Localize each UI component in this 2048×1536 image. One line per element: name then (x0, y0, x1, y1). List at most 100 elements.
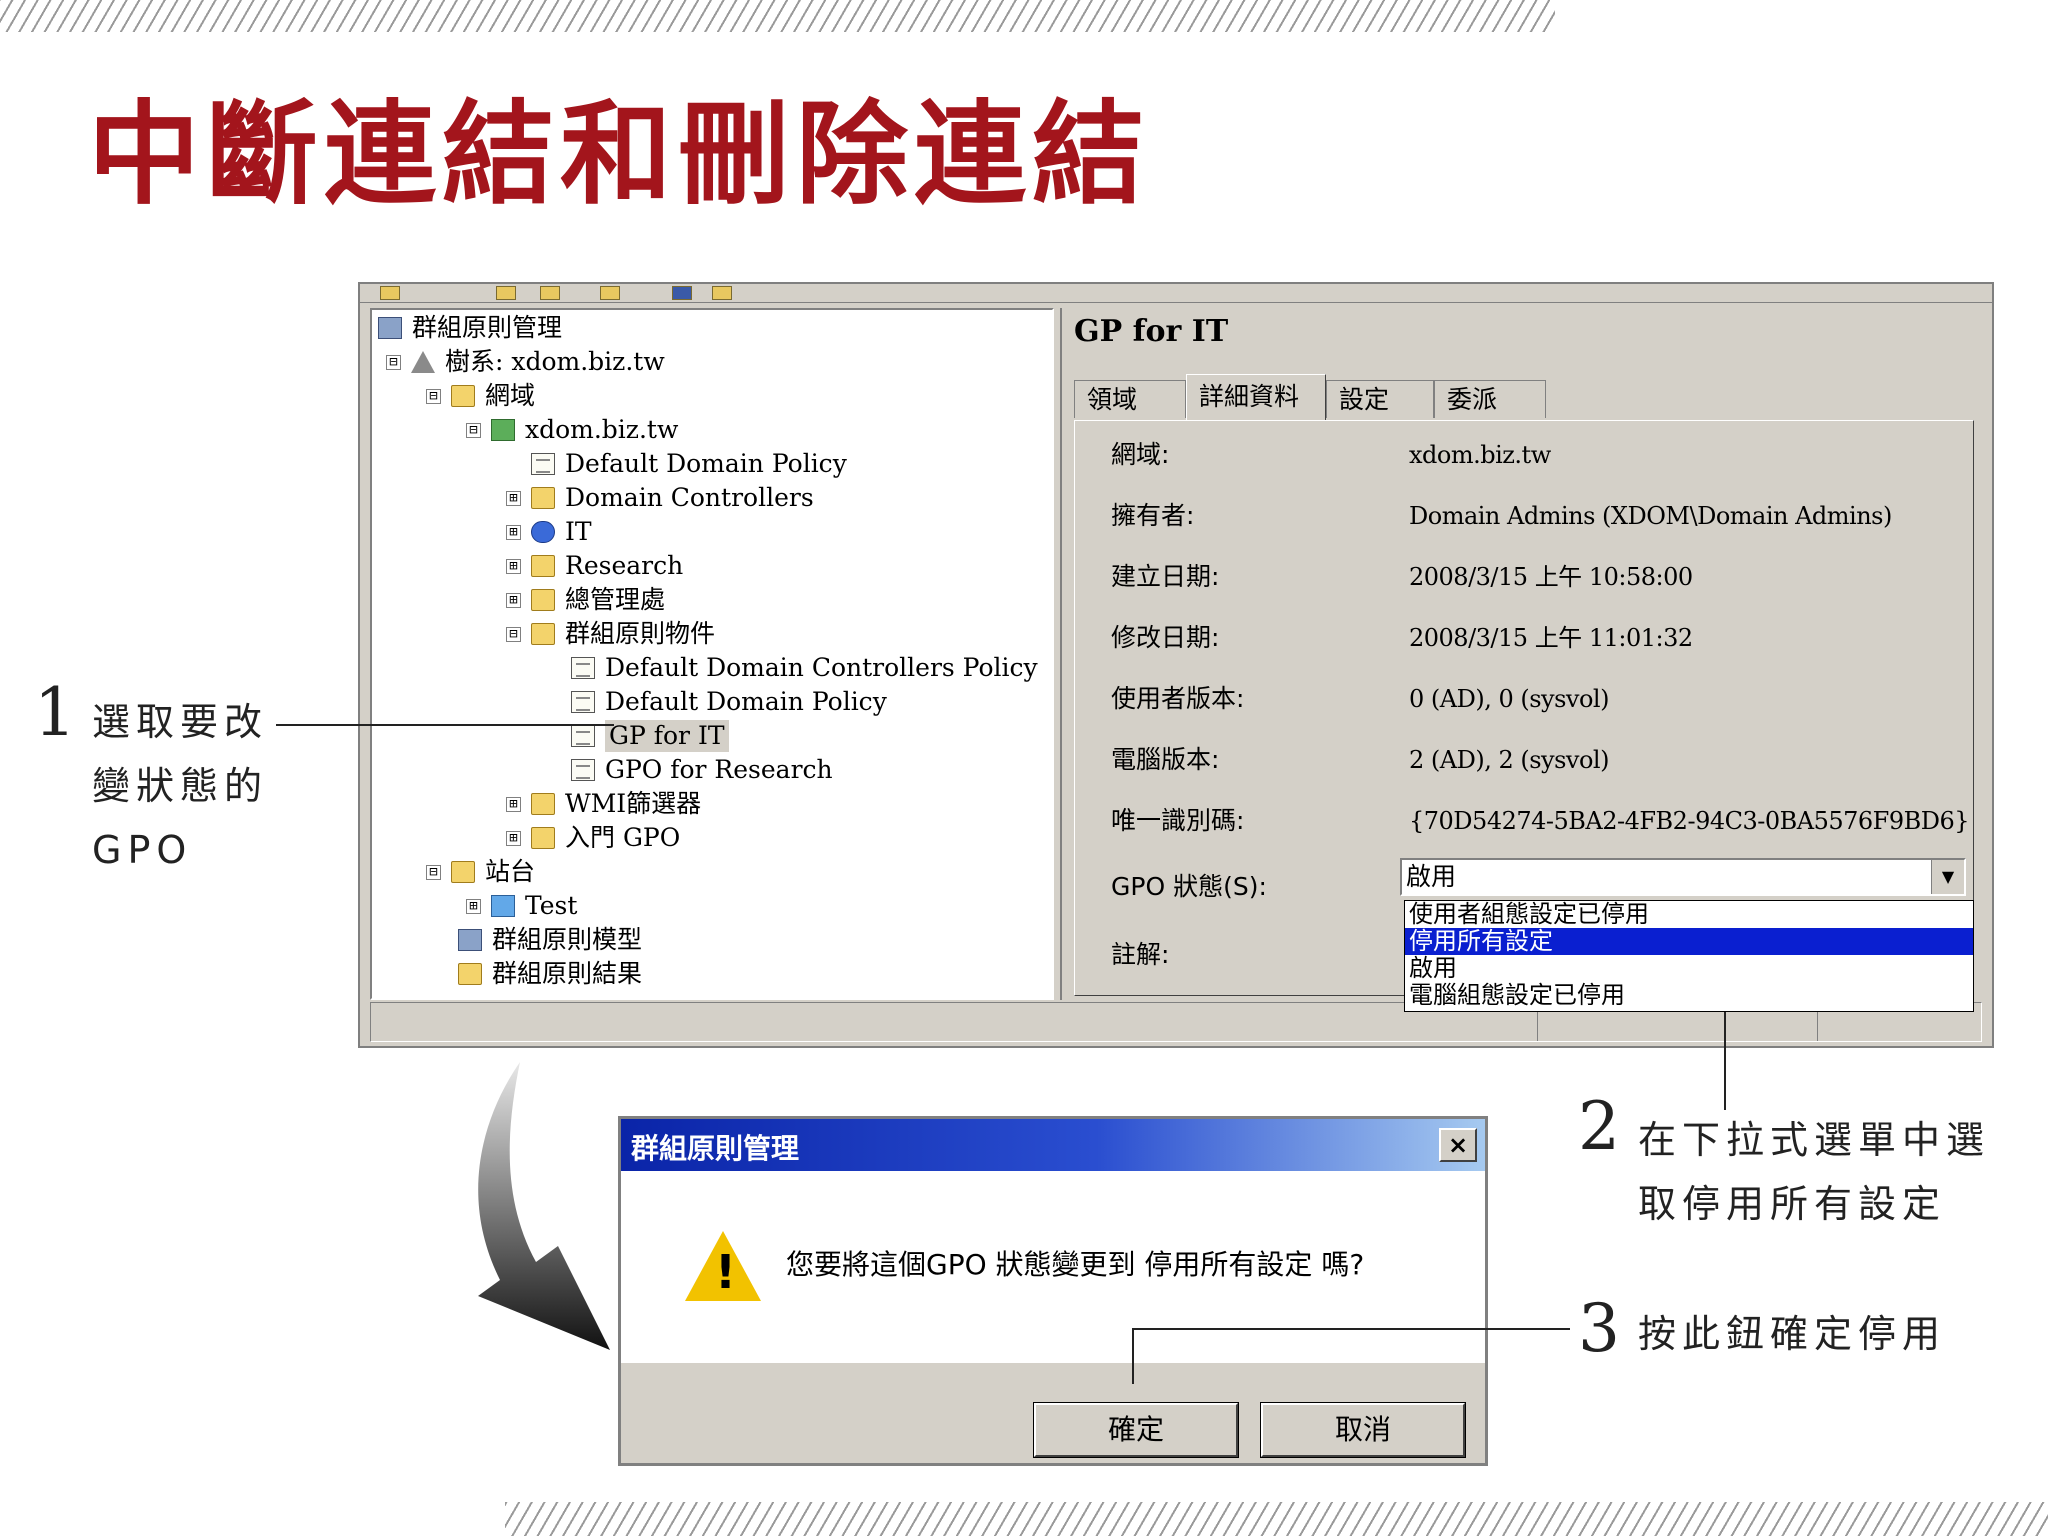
warning-glyph: ! (715, 1245, 736, 1299)
results-icon (458, 963, 482, 985)
expand-toggle[interactable]: ⊞ (466, 898, 481, 914)
tree-item-label: WMI篩選器 (565, 789, 702, 818)
step-1-number: 1 (34, 674, 76, 751)
tree-item-it[interactable]: ⊞ IT (506, 516, 592, 548)
step-1-leader-line (276, 724, 614, 726)
expand-toggle[interactable]: ⊞ (506, 796, 521, 812)
dropdown-option-computer-disabled[interactable]: 電腦組態設定已停用 (1405, 982, 1973, 1009)
wmi-folder-icon (531, 793, 555, 815)
ok-button[interactable]: 確定 (1033, 1402, 1239, 1458)
sites-folder-icon (451, 861, 475, 883)
expand-toggle[interactable]: ⊞ (506, 592, 521, 608)
dropdown-option-enabled[interactable]: 啟用 (1405, 955, 1973, 982)
step-1-line-2: 變狀態的 (92, 764, 269, 808)
help-icon[interactable] (672, 286, 692, 300)
ou-folder-icon (531, 589, 555, 611)
properties-icon[interactable] (540, 286, 560, 300)
tree-item-label: 總管理處 (565, 585, 666, 614)
tree-item-gpo-container[interactable]: ⊟ 群組原則物件 (506, 618, 715, 650)
site-icon (491, 895, 515, 917)
dialog-title: 群組原則管理 (631, 1132, 800, 1165)
gpo-status-value: 啟用 (1406, 862, 1457, 891)
chevron-down-icon[interactable]: ▼ (1931, 860, 1964, 894)
tree-item-label: Default Domain Controllers Policy (605, 653, 1038, 682)
collapse-toggle[interactable]: ⊟ (466, 422, 481, 438)
tree-item-domains[interactable]: ⊟ 網域 (426, 380, 535, 412)
step-2-number: 2 (1578, 1088, 1620, 1165)
toolbar (360, 284, 1992, 303)
tree-item-label: Default Domain Policy (565, 449, 847, 478)
expand-toggle[interactable]: ⊞ (506, 524, 521, 540)
step-2-line-1: 在下拉式選單中選 (1638, 1118, 1991, 1162)
back-icon[interactable] (380, 286, 400, 300)
refresh-icon[interactable] (600, 286, 620, 300)
field-value-domain: xdom.biz.tw (1409, 441, 1551, 469)
collapse-toggle[interactable]: ⊟ (386, 354, 401, 370)
close-button[interactable]: × (1439, 1128, 1477, 1162)
step-3-number: 3 (1578, 1290, 1620, 1367)
expand-toggle[interactable]: ⊞ (506, 558, 521, 574)
step-1-line-3: GPO (92, 828, 193, 872)
tree-item-gp-modeling[interactable]: 群組原則模型 (458, 924, 642, 956)
tree-item-default-domain-policy[interactable]: Default Domain Policy (571, 686, 887, 718)
collapse-toggle[interactable]: ⊟ (506, 626, 521, 642)
tab-delegation[interactable]: 委派 (1434, 380, 1546, 418)
tree-item-sites[interactable]: ⊟ 站台 (426, 856, 535, 888)
ou-info-icon (531, 521, 555, 543)
dropdown-option-all-disabled[interactable]: 停用所有設定 (1405, 928, 1973, 955)
tree-item-gpm-root[interactable]: 群組原則管理 (378, 312, 562, 344)
tree-item-default-domain-policy-link[interactable]: Default Domain Policy (531, 448, 847, 480)
tree-item-label: GP for IT (605, 720, 729, 752)
view-icon[interactable] (712, 286, 732, 300)
bottom-hatch-decoration (505, 1502, 2048, 1536)
gpo-status-select[interactable]: 啟用 ▼ (1400, 858, 1966, 896)
tree-item-headquarters[interactable]: ⊞ 總管理處 (506, 584, 665, 616)
tree-item-label: 群組原則物件 (565, 619, 716, 648)
tree-item-label: 群組原則模型 (492, 925, 643, 954)
step-3-leader-line (1132, 1328, 1570, 1330)
flow-arrow-icon (478, 1062, 610, 1350)
modeling-icon (458, 929, 482, 951)
tree-item-label: Domain Controllers (565, 483, 814, 512)
tree-item-gpo-for-research[interactable]: GPO for Research (571, 754, 833, 786)
tab-details[interactable]: 詳細資料 (1186, 374, 1326, 420)
collapse-toggle[interactable]: ⊟ (426, 864, 441, 880)
expand-toggle[interactable]: ⊞ (506, 490, 521, 506)
cancel-button[interactable]: 取消 (1260, 1402, 1466, 1458)
tree-item-test-site[interactable]: ⊞ Test (466, 890, 577, 922)
dialog-titlebar: 群組原則管理 × (621, 1119, 1485, 1171)
top-hatch-decoration (0, 0, 1555, 32)
tree-item-default-dc-policy[interactable]: Default Domain Controllers Policy (571, 652, 1038, 684)
expand-toggle[interactable]: ⊞ (506, 830, 521, 846)
ou-folder-icon (531, 555, 555, 577)
tree-item-research[interactable]: ⊞ Research (506, 550, 683, 582)
field-value-modified: 2008/3/15 上午 11:01:32 (1409, 624, 1693, 652)
tree-item-forest[interactable]: ⊟ 樹系: xdom.biz.tw (386, 346, 665, 378)
tree-item-label: 入門 GPO (565, 823, 681, 852)
step-3-leader-line (1132, 1328, 1134, 1384)
tree-item-wmi-filters[interactable]: ⊞ WMI篩選器 (506, 788, 701, 820)
dropdown-option-user-disabled[interactable]: 使用者組態設定已停用 (1405, 901, 1973, 928)
tab-settings[interactable]: 設定 (1326, 380, 1434, 418)
field-value-owner: Domain Admins (XDOM\Domain Admins) (1409, 502, 1892, 530)
ou-folder-icon (531, 487, 555, 509)
tree-item-gp-results[interactable]: 群組原則結果 (458, 958, 642, 990)
field-label-user-version: 使用者版本: (1111, 684, 1245, 713)
collapse-toggle[interactable]: ⊟ (426, 388, 441, 404)
tree-item-label: GPO for Research (605, 755, 833, 784)
tab-scope[interactable]: 領域 (1074, 380, 1186, 418)
tree-item-starter-gpo[interactable]: ⊞ 入門 GPO (506, 822, 680, 854)
warning-icon: ! (685, 1231, 761, 1301)
page-title: 中斷連結和刪除連結 (88, 90, 1150, 220)
gpm-console-icon (378, 317, 402, 339)
dialog-footer: 確定 取消 (621, 1363, 1485, 1463)
tree-item-domain-controllers[interactable]: ⊞ Domain Controllers (506, 482, 814, 514)
gpo-icon (571, 725, 595, 747)
field-label-modified: 修改日期: (1111, 623, 1220, 652)
gpo-icon (571, 657, 595, 679)
field-value-unique-id: {70D54274-5BA2-4FB2-94C3-0BA5576F9BD6} (1409, 807, 1970, 835)
tree-item-label: 群組原則結果 (492, 959, 643, 988)
folder-icon[interactable] (496, 286, 516, 300)
tree-item-label: Default Domain Policy (605, 687, 887, 716)
tree-item-domain[interactable]: ⊟ xdom.biz.tw (466, 414, 678, 446)
